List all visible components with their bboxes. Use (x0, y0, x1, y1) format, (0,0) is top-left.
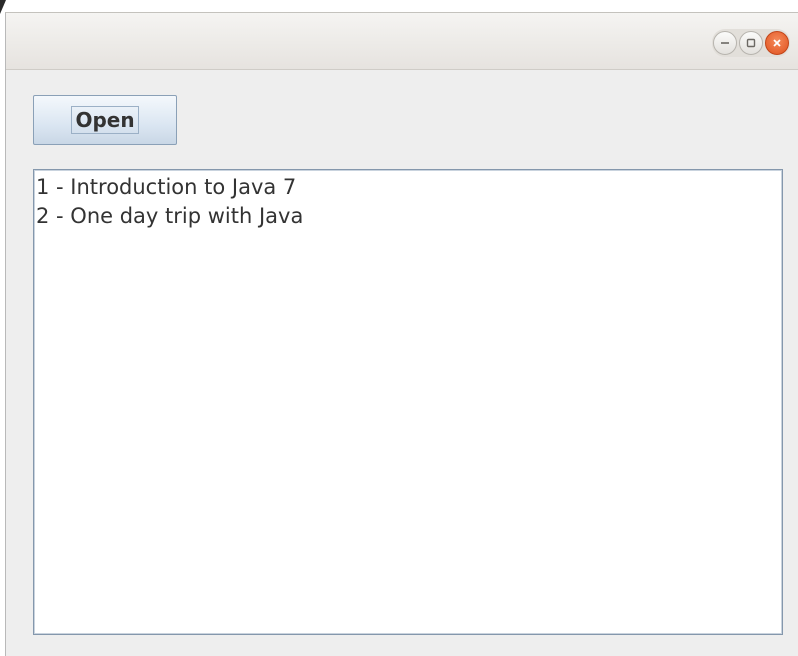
text-line: 1 - Introduction to Java 7 (36, 175, 297, 199)
minimize-icon (721, 42, 729, 44)
maximize-icon (746, 38, 756, 48)
app-window: Open 1 - Introduction to Java 7 2 - One … (5, 12, 798, 656)
text-line: 2 - One day trip with Java (36, 204, 304, 228)
window-controls (712, 29, 790, 57)
open-button-label: Open (71, 106, 139, 134)
open-button[interactable]: Open (33, 95, 177, 145)
minimize-button[interactable] (713, 31, 737, 55)
text-area[interactable]: 1 - Introduction to Java 7 2 - One day t… (33, 169, 783, 635)
maximize-button[interactable] (739, 31, 763, 55)
title-bar[interactable] (6, 13, 798, 70)
close-button[interactable] (765, 31, 789, 55)
close-icon (773, 39, 781, 47)
